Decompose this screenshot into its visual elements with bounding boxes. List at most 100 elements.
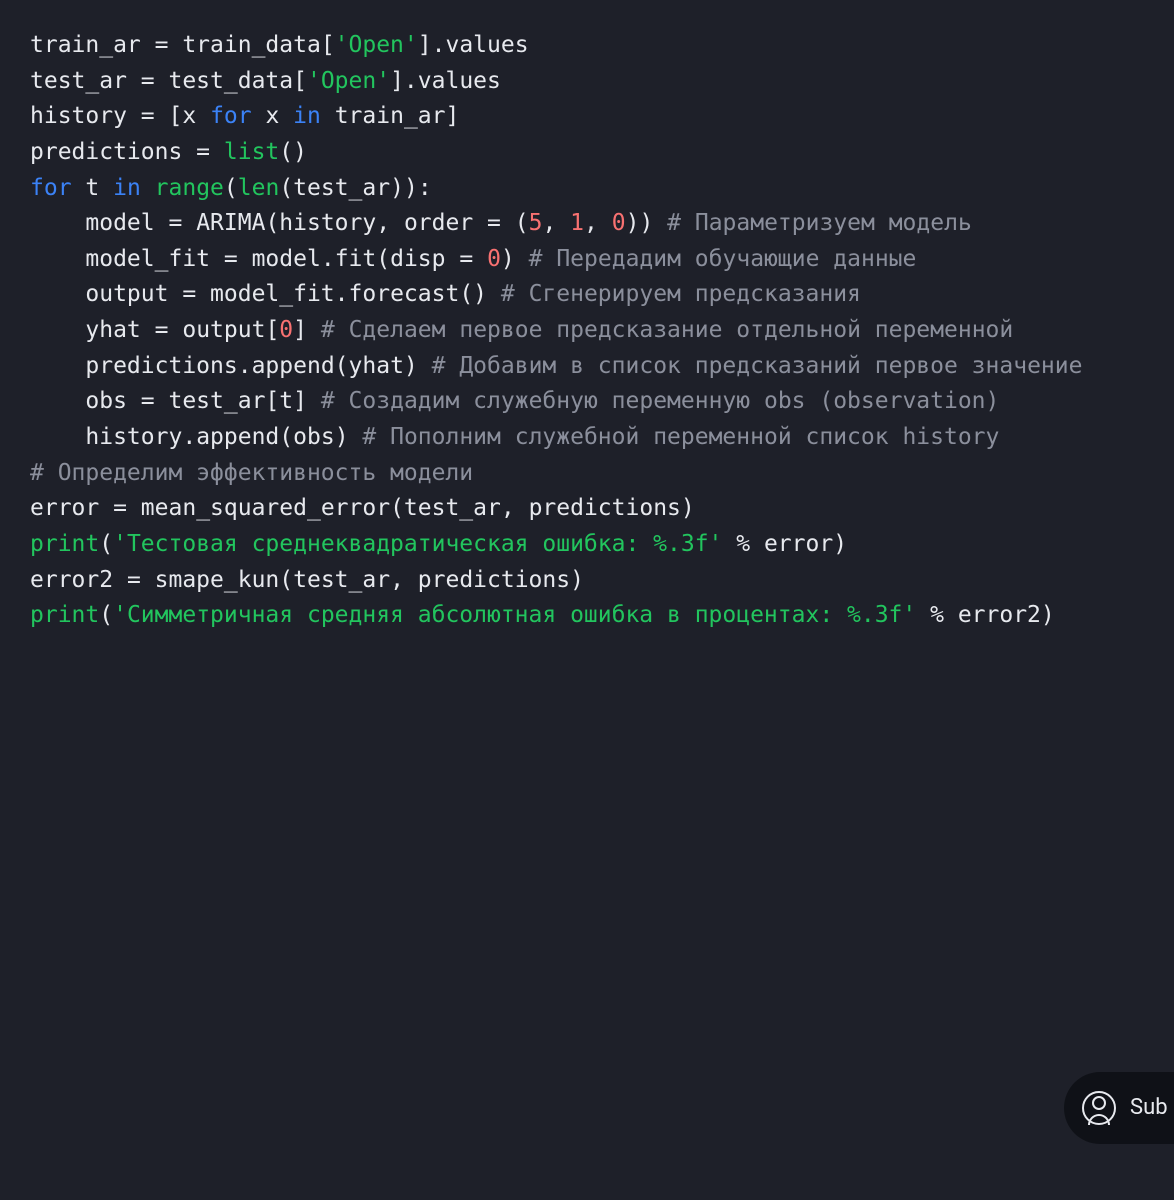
code-token-op: ) (404, 353, 418, 379)
code-token-comment: # Добавим в список предсказаний первое з… (432, 353, 1083, 379)
code-token-str: 'Симметричная средняя абсолютная ошибка … (113, 602, 916, 628)
code-token-op: = (113, 495, 127, 521)
code-token-op: [ (293, 68, 307, 94)
code-token-default: t (72, 175, 114, 201)
code-token-default: output (30, 281, 182, 307)
code-token-default (501, 210, 515, 236)
code-token-default: forecast (349, 281, 460, 307)
code-token-default: values (445, 32, 528, 58)
code-token-op: . (335, 281, 349, 307)
code-token-default (515, 246, 529, 272)
code-token-default: model_fit (196, 281, 334, 307)
code-token-op: = (127, 567, 141, 593)
code-token-default: test_ar (293, 567, 390, 593)
code-token-op: = (155, 32, 169, 58)
code-token-default: yhat (30, 317, 155, 343)
code-token-op: : (418, 175, 432, 201)
code-token-op: )) (390, 175, 418, 201)
submit-button[interactable]: Sub (1064, 1072, 1174, 1144)
code-token-kw: for (30, 175, 72, 201)
code-token-builtin: range (155, 175, 224, 201)
code-token-op: . (238, 353, 252, 379)
code-token-op: ) (681, 495, 695, 521)
code-token-op: () (279, 139, 307, 165)
code-token-op: ( (224, 175, 238, 201)
code-token-default (722, 531, 736, 557)
code-token-default: test_ar (404, 495, 501, 521)
code-token-default: yhat (349, 353, 404, 379)
code-token-default: x (182, 103, 210, 129)
code-token-str: 'Тестовая среднеквадратическая ошибка: %… (113, 531, 722, 557)
code-token-op: = (182, 281, 196, 307)
code-token-default: error2 (30, 567, 127, 593)
code-token-num: 1 (570, 210, 584, 236)
code-token-op: = (224, 246, 238, 272)
code-token-default: predictions (515, 495, 681, 521)
code-token-num: 0 (487, 246, 501, 272)
user-icon (1082, 1091, 1116, 1125)
code-token-op: ] (293, 317, 307, 343)
code-token-default (653, 210, 667, 236)
code-token-op: % (736, 531, 750, 557)
code-token-op: ) (1041, 602, 1055, 628)
code-token-str: 'Open' (335, 32, 418, 58)
code-block: train_ar = train_data['Open'].values tes… (0, 0, 1174, 662)
code-token-op: ( (376, 246, 390, 272)
code-token-builtin: print (30, 602, 99, 628)
code-token-op: , (376, 210, 390, 236)
code-token-str: 'Open' (307, 68, 390, 94)
code-token-kw: in (293, 103, 321, 129)
code-token-default: values (418, 68, 501, 94)
code-token-op: ) (501, 246, 515, 272)
code-token-op: % (930, 602, 944, 628)
code-token-default: model (238, 246, 321, 272)
code-token-default: history (279, 210, 376, 236)
code-token-default (473, 246, 487, 272)
code-token-op: . (321, 246, 335, 272)
code-token-comment: # Сделаем первое предсказание отдельной … (321, 317, 1013, 343)
code-token-default: predictions (30, 139, 196, 165)
code-token-default: fit (335, 246, 377, 272)
code-token-default: test_data (155, 68, 293, 94)
code-token-default (487, 281, 501, 307)
code-token-default: smape_kun (141, 567, 279, 593)
code-token-op: ] (445, 103, 459, 129)
code-token-default: order (390, 210, 487, 236)
code-token-default: train_data (168, 32, 320, 58)
code-token-op: ( (515, 210, 529, 236)
code-token-builtin: list (224, 139, 279, 165)
code-token-default: append (196, 424, 279, 450)
code-token-op: = (487, 210, 501, 236)
code-token-default: test_ar (30, 68, 141, 94)
code-token-op: ( (99, 602, 113, 628)
code-token-op: = (459, 246, 473, 272)
code-token-default: error (30, 495, 113, 521)
code-token-op: ( (279, 567, 293, 593)
code-token-default (916, 602, 930, 628)
code-token-comment: # Сгенерируем предсказания (501, 281, 861, 307)
code-token-op: ( (335, 353, 349, 379)
code-token-op: ) (335, 424, 349, 450)
code-token-default: disp (390, 246, 459, 272)
code-token-op: [ (321, 32, 335, 58)
code-token-default: train_ar (321, 103, 446, 129)
code-token-default (307, 317, 321, 343)
code-token-default: error2 (944, 602, 1041, 628)
code-token-default: train_ar (30, 32, 155, 58)
code-token-op: ( (390, 495, 404, 521)
code-token-op: = (168, 210, 182, 236)
code-token-op: ]. (390, 68, 418, 94)
code-token-num: 0 (612, 210, 626, 236)
code-token-comment: # Пополним служебной переменной список h… (362, 424, 999, 450)
code-token-default: append (252, 353, 335, 379)
code-token-op: ] (293, 388, 307, 414)
code-token-default: model (30, 210, 168, 236)
code-token-op: )) (626, 210, 654, 236)
code-token-default: predictions (404, 567, 570, 593)
code-token-default: mean_squared_error (127, 495, 390, 521)
code-token-op: [ (265, 317, 279, 343)
code-token-comment: # Создадим служебную переменную obs (obs… (321, 388, 1000, 414)
code-token-op: , (584, 210, 612, 236)
code-token-op: = (141, 388, 155, 414)
code-token-comment: # Передадим обучающие данные (529, 246, 917, 272)
